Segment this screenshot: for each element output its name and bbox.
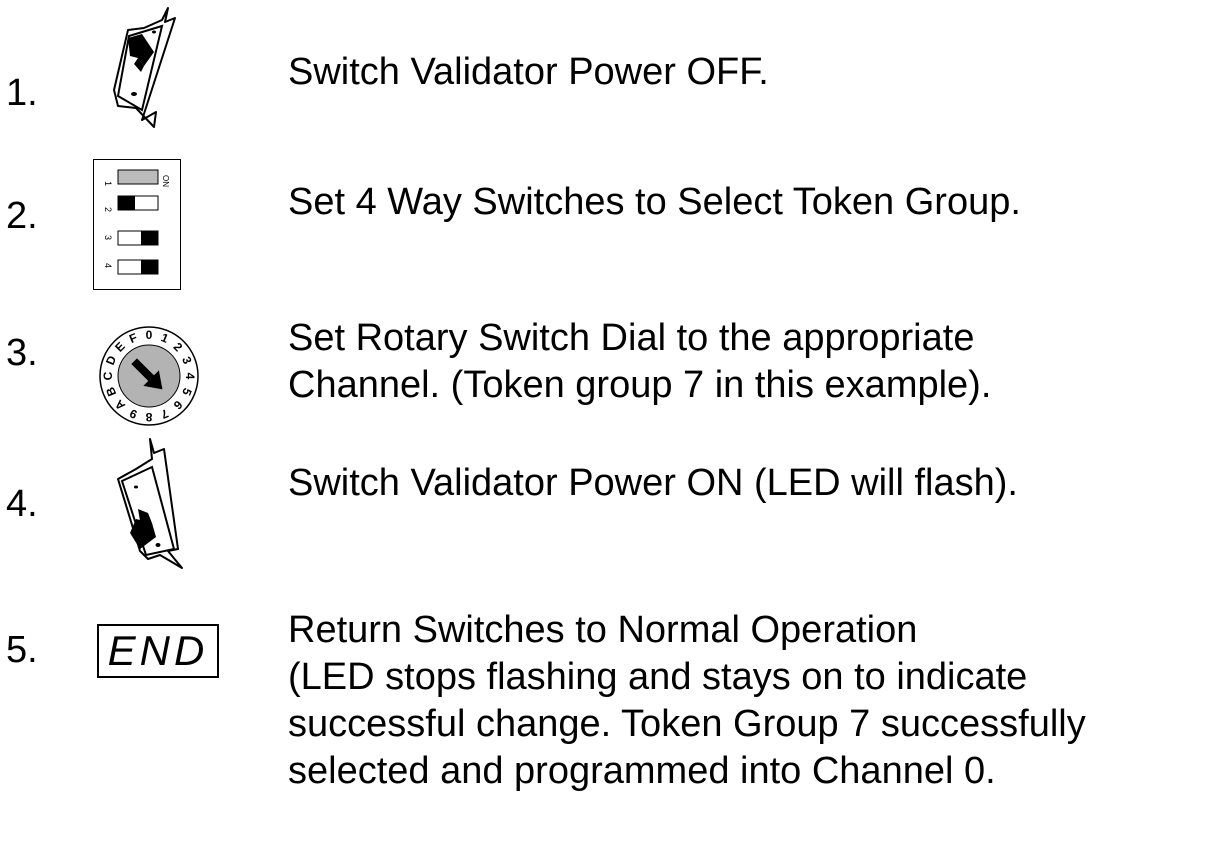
dip-label-1: 1 bbox=[103, 181, 113, 186]
dial-position-C: C bbox=[101, 371, 115, 380]
dip-switch-icon: ON 1 2 3 4 bbox=[93, 159, 181, 295]
step-5-text-line-2: (LED stops flashing and stays on to indi… bbox=[288, 656, 1028, 698]
dip-on-label: ON bbox=[161, 175, 170, 187]
step-5-text-line-3: successful change. Token Group 7 success… bbox=[288, 703, 1086, 745]
step-4-text: Switch Validator Power ON (LED will flas… bbox=[288, 462, 1018, 504]
step-1-text: Switch Validator Power OFF. bbox=[288, 51, 769, 93]
step-number-5: 5. bbox=[6, 629, 38, 671]
dip-label-3: 3 bbox=[103, 235, 113, 240]
rotary-dial-icon: 0123456789ABCDEF bbox=[98, 325, 200, 432]
end-box: END bbox=[97, 624, 219, 678]
dip-label-2: 2 bbox=[103, 207, 113, 212]
dial-position-0: 0 bbox=[146, 328, 153, 342]
toggle-switch-on-icon bbox=[108, 437, 184, 574]
dial-position-8: 8 bbox=[145, 410, 152, 424]
step-3-text-line-2: Channel. (Token group 7 in this example)… bbox=[288, 364, 992, 406]
step-2-text: Set 4 Way Switches to Select Token Group… bbox=[288, 181, 1021, 223]
dip-label-4: 4 bbox=[103, 263, 113, 268]
step-number-2: 2. bbox=[6, 195, 38, 237]
step-number-4: 4. bbox=[6, 483, 38, 525]
step-5-text-line-1: Return Switches to Normal Operation bbox=[288, 609, 918, 651]
step-3-text-line-1: Set Rotary Switch Dial to the appropriat… bbox=[288, 317, 975, 359]
step-5-text-line-4: selected and programmed into Channel 0. bbox=[288, 750, 996, 792]
toggle-switch-off-icon bbox=[108, 6, 180, 133]
step-number-3: 3. bbox=[6, 332, 38, 374]
step-number-1: 1. bbox=[6, 72, 38, 114]
dial-position-4: 4 bbox=[183, 373, 197, 380]
